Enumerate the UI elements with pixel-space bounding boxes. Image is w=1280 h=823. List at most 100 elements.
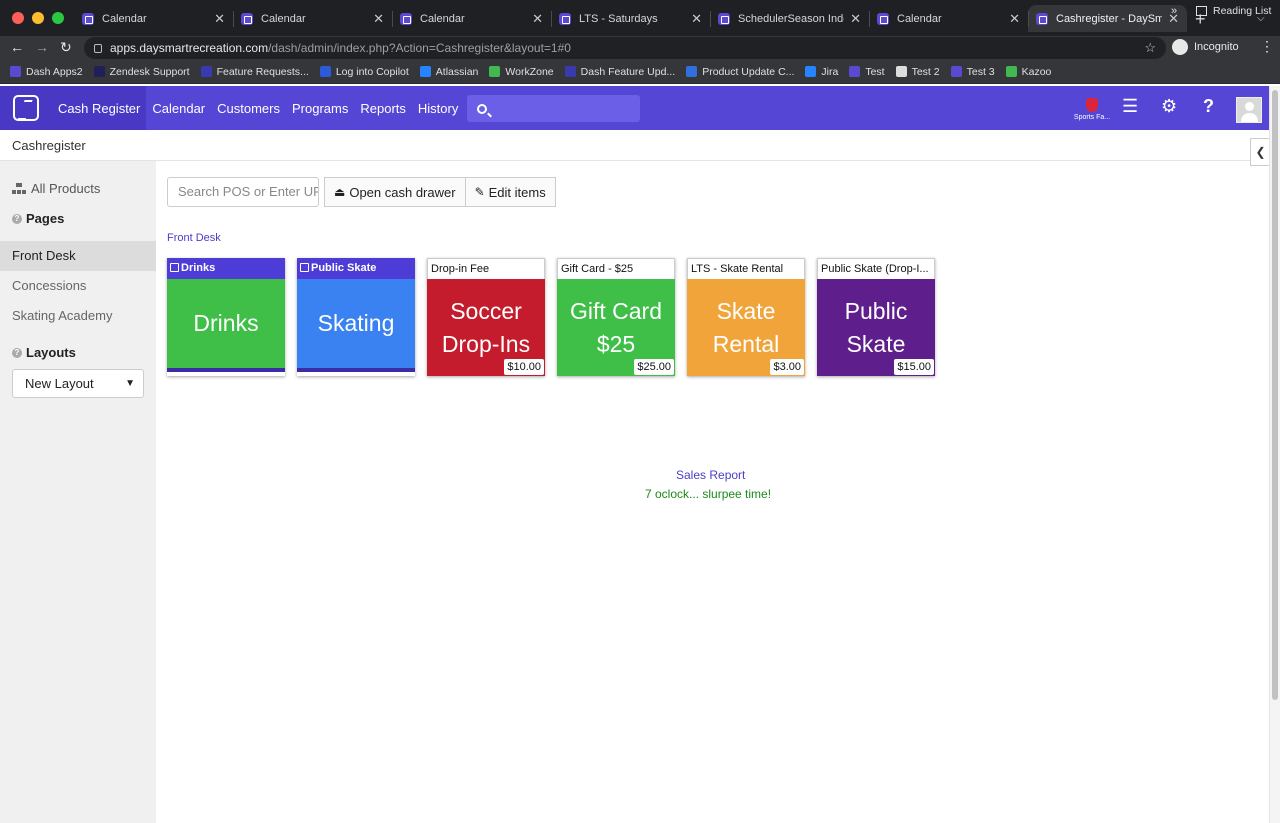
- bookmark-favicon-icon: [686, 66, 698, 77]
- scrollbar-thumb[interactable]: [1272, 90, 1278, 700]
- product-tile[interactable]: Gift Card - $25 Gift Card $25 $25.00: [557, 258, 675, 376]
- nav-item-calendar[interactable]: Calendar: [146, 86, 211, 130]
- pos-search-input[interactable]: Search POS or Enter UPC: [167, 177, 319, 207]
- bookmark-label: Kazoo: [1021, 65, 1052, 78]
- bookmark-label: WorkZone: [505, 65, 554, 78]
- tile-label: Drinks: [193, 310, 259, 336]
- close-tab-icon[interactable]: ✕: [214, 11, 225, 27]
- bookmark-favicon-icon: [93, 66, 105, 77]
- browser-menu-icon[interactable]: ⋮: [1260, 38, 1274, 55]
- reload-icon[interactable]: ↻: [60, 39, 72, 56]
- bookmarks-overflow-button[interactable]: »: [1171, 5, 1177, 17]
- url-host: apps.daysmartrecreation.com: [110, 41, 269, 55]
- tab-title: Cashregister - DaySmart: [1056, 12, 1163, 25]
- bookmark-star-icon[interactable]: ☆: [1144, 40, 1156, 56]
- minimize-window-button[interactable]: [32, 12, 44, 24]
- organization-switcher[interactable]: Sports Fa...: [1071, 98, 1113, 121]
- edit-items-button[interactable]: ✎ Edit items: [465, 177, 556, 207]
- page-scrollbar[interactable]: [1269, 86, 1280, 823]
- sidebar-item-front-desk[interactable]: Front Desk: [0, 241, 156, 271]
- product-tile[interactable]: LTS - Skate Rental Skate Rental $3.00: [687, 258, 805, 376]
- close-window-button[interactable]: [12, 12, 24, 24]
- browser-tab[interactable]: Calendar ✕: [74, 5, 233, 32]
- window-controls: [12, 12, 64, 24]
- sidebar-item-skating-academy[interactable]: Skating Academy: [0, 301, 156, 331]
- bookmark-item[interactable]: Test 2: [895, 66, 940, 78]
- tile-caption: Drinks: [167, 258, 285, 279]
- gear-icon[interactable]: ⚙: [1161, 96, 1177, 117]
- bookmark-item[interactable]: Jira: [805, 66, 838, 78]
- help-icon[interactable]: ?: [1203, 96, 1214, 117]
- bookmark-item[interactable]: Kazoo: [1005, 65, 1052, 78]
- bookmark-item[interactable]: Zendesk Support: [93, 65, 190, 78]
- close-tab-icon[interactable]: ✕: [691, 11, 702, 27]
- breadcrumb: Cashregister: [12, 138, 86, 153]
- product-group-tile[interactable]: Public Skate Skating: [297, 258, 415, 376]
- favicon-icon: [1036, 12, 1048, 25]
- back-arrow-icon[interactable]: ←: [10, 39, 24, 55]
- product-tile[interactable]: Drop-in Fee Soccer Drop-Ins $10.00: [427, 258, 545, 376]
- reading-list-button[interactable]: Reading List: [1196, 5, 1271, 17]
- nav-item-history[interactable]: History: [412, 86, 464, 130]
- maximize-window-button[interactable]: [52, 12, 64, 24]
- pages-heading: ? Pages: [12, 211, 64, 226]
- incognito-indicator[interactable]: Incognito: [1172, 39, 1239, 55]
- bookmark-favicon-icon: [1005, 66, 1017, 77]
- forward-arrow-icon[interactable]: →: [35, 39, 49, 55]
- bookmark-item[interactable]: WorkZone: [489, 65, 554, 78]
- bookmark-item[interactable]: Dash Apps2: [10, 66, 83, 78]
- nav-item-cash-register[interactable]: Cash Register: [52, 86, 147, 130]
- sales-report-link[interactable]: Sales Report: [676, 468, 745, 482]
- tile-caption-text: Drop-in Fee: [431, 263, 490, 275]
- product-group-tile[interactable]: Drinks Drinks: [167, 258, 285, 376]
- bookmark-item[interactable]: Log into Copilot: [319, 66, 409, 78]
- open-cash-drawer-label: Open cash drawer: [349, 184, 456, 200]
- browser-tab[interactable]: Calendar ✕: [233, 5, 392, 32]
- daysmart-logo[interactable]: [0, 86, 52, 130]
- tab-title: LTS - Saturdays: [579, 12, 658, 25]
- help-circle-icon[interactable]: ?: [12, 213, 22, 224]
- product-tile[interactable]: Public Skate (Drop-I... Public Skate $15.0…: [817, 258, 935, 376]
- bookmark-item[interactable]: Test: [849, 66, 885, 78]
- bookmark-item[interactable]: Test 3: [950, 66, 995, 78]
- layout-select[interactable]: New Layout ▼: [12, 369, 144, 398]
- all-products-label: All Products: [31, 181, 101, 196]
- favicon-icon: [241, 12, 253, 25]
- bookmark-label: Zendesk Support: [109, 65, 190, 78]
- bookmark-item[interactable]: Feature Requests...: [200, 66, 309, 78]
- browser-tab[interactable]: Cashregister - DaySmart✕: [1028, 5, 1187, 32]
- close-tab-icon[interactable]: ✕: [532, 11, 543, 27]
- url-field[interactable]: apps.daysmartrecreation.com/dash/admin/i…: [84, 37, 1166, 59]
- tab-title: Calendar: [897, 12, 942, 25]
- nav-item-programs[interactable]: Programs: [286, 86, 354, 130]
- bookmark-item[interactable]: Dash Feature Upd...: [564, 65, 676, 78]
- app-header: Cash Register Calendar Customers Programs Re…: [0, 86, 1269, 130]
- close-tab-icon[interactable]: ✕: [1009, 11, 1020, 27]
- bookmark-item[interactable]: Product Update C...: [686, 66, 794, 78]
- nav-item-reports[interactable]: Reports: [354, 86, 412, 130]
- favicon-icon: [559, 12, 571, 25]
- app-search-input[interactable]: [467, 95, 640, 122]
- nav-item-customers[interactable]: Customers: [211, 86, 286, 130]
- user-avatar[interactable]: [1236, 97, 1262, 123]
- all-products-link[interactable]: All Products: [12, 181, 100, 196]
- bookmark-label: Dash Feature Upd...: [580, 65, 676, 78]
- close-tab-icon[interactable]: ✕: [373, 11, 384, 27]
- tile-label: Skating: [317, 310, 395, 336]
- browser-tab[interactable]: SchedulerSeason Index ✕: [710, 5, 869, 32]
- favicon-icon: [82, 12, 94, 25]
- help-circle-icon[interactable]: ?: [12, 347, 22, 358]
- pencil-icon: ✎: [474, 185, 485, 199]
- browser-tab[interactable]: LTS - Saturdays ✕: [551, 5, 710, 32]
- sitemap-icon: [12, 183, 26, 194]
- close-tab-icon[interactable]: ✕: [850, 11, 861, 27]
- browser-tab[interactable]: Calendar ✕: [869, 5, 1028, 32]
- edit-items-label: Edit items: [488, 184, 546, 200]
- breadcrumb-bar: Cashregister: [0, 130, 1269, 161]
- sidebar-item-concessions[interactable]: Concessions: [0, 271, 156, 301]
- open-cash-drawer-button[interactable]: ⏏ Open cash drawer: [324, 177, 466, 207]
- checklist-icon[interactable]: ☰: [1122, 96, 1138, 117]
- bookmark-item[interactable]: Atlassian: [419, 66, 478, 78]
- bookmark-label: Product Update C...: [702, 65, 795, 78]
- browser-tab[interactable]: Calendar ✕: [392, 5, 551, 32]
